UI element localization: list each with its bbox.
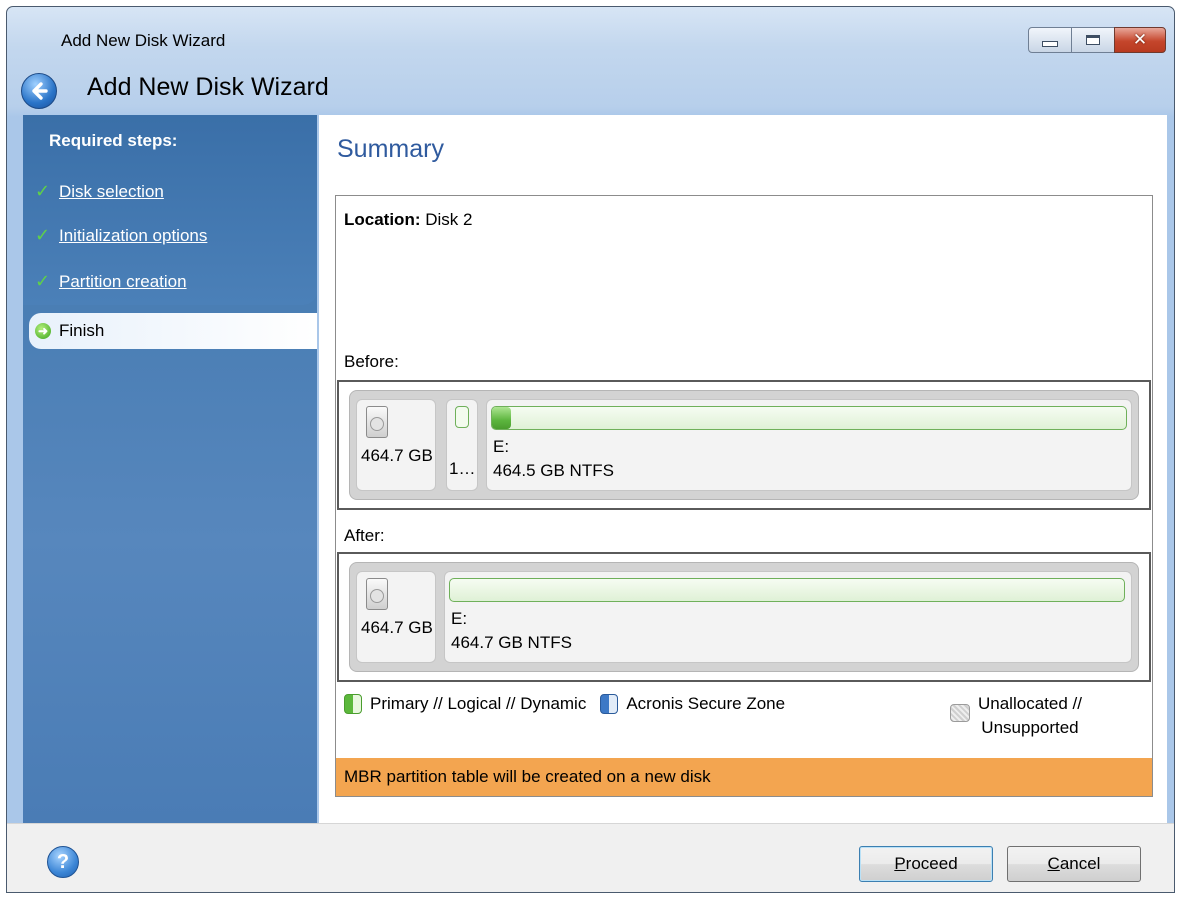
disk-size: 464.7 GB — [361, 618, 433, 637]
partition-e-cell[interactable]: E: 464.5 GB NTFS — [486, 399, 1132, 491]
after-disk-map: 464.7 GB E: 464.7 GB NTFS — [349, 562, 1139, 672]
close-icon: ✕ — [1132, 30, 1148, 50]
cancel-accelerator: C — [1047, 854, 1060, 873]
step-label[interactable]: Partition creation — [59, 272, 187, 292]
page-title: Summary — [337, 135, 444, 163]
button-bar: ? Proceed Cancel — [7, 823, 1174, 892]
hard-disk-icon — [366, 406, 388, 438]
location-line: Location: Disk 2 — [344, 210, 472, 230]
checkmark-icon: ✓ — [35, 271, 51, 292]
checkmark-icon: ✓ — [35, 225, 51, 246]
mbr-notice-banner: MBR partition table will be created on a… — [336, 758, 1152, 796]
notice-text: MBR partition table will be created on a… — [344, 767, 711, 786]
legend-unallocated-label: Unallocated // Unsupported — [978, 692, 1082, 740]
unallocated-icon — [950, 704, 970, 722]
steps-sidebar: Required steps: ✓ Disk selection ✓ Initi… — [23, 115, 317, 823]
step-initialization-options[interactable]: ✓ Initialization options — [35, 225, 207, 246]
partition-e-cell[interactable]: E: 464.7 GB NTFS — [444, 571, 1132, 663]
step-label: Finish — [59, 321, 105, 340]
legend-unallocated-line1: Unallocated // — [978, 694, 1082, 713]
legend-unallocated: Unallocated // Unsupported — [950, 692, 1082, 740]
window-controls: ✕ — [1028, 27, 1166, 53]
summary-panel: Location: Disk 2 Before: 464.7 GB 1… E: … — [335, 195, 1153, 797]
partition-usage-bar — [491, 406, 1127, 430]
after-disk-frame: 464.7 GB E: 464.7 GB NTFS — [337, 552, 1151, 682]
secure-zone-icon — [600, 694, 619, 714]
legend-primary: Primary // Logical // Dynamic — [344, 694, 586, 714]
steps-heading: Required steps: — [49, 131, 178, 150]
step-finish: ➜ Finish — [29, 313, 317, 349]
legend-unallocated-line2: Unsupported — [981, 718, 1079, 737]
partition-letter: E: — [451, 609, 468, 628]
before-disk-frame: 464.7 GB 1… E: 464.5 GB NTFS — [337, 380, 1151, 510]
title-bar: Add New Disk Wizard ✕ Add New Disk Wizar… — [7, 7, 1174, 117]
step-disk-selection[interactable]: ✓ Disk selection — [35, 181, 164, 202]
wizard-heading: Add New Disk Wizard — [87, 73, 329, 101]
small-partition-cell[interactable]: 1… — [446, 399, 478, 491]
cancel-button[interactable]: Cancel — [1007, 846, 1141, 882]
maximize-icon — [1086, 35, 1100, 45]
minimize-icon — [1042, 41, 1058, 47]
partition-usage-bar — [449, 578, 1125, 602]
legend-secure-zone-label: Acronis Secure Zone — [626, 694, 786, 713]
location-label: Location: — [344, 210, 421, 229]
step-label[interactable]: Disk selection — [59, 182, 164, 202]
proceed-accelerator: P — [894, 854, 906, 873]
main-content: Summary Location: Disk 2 Before: 464.7 G… — [319, 115, 1167, 823]
close-button[interactable]: ✕ — [1114, 27, 1166, 53]
maximize-button[interactable] — [1071, 27, 1115, 53]
disk-size: 464.7 GB — [361, 446, 433, 465]
legend: Primary // Logical // Dynamic Acronis Se… — [344, 694, 799, 714]
before-disk-map: 464.7 GB 1… E: 464.5 GB NTFS — [349, 390, 1139, 500]
before-label: Before: — [344, 352, 399, 371]
legend-secure-zone: Acronis Secure Zone — [600, 694, 785, 714]
disk-cell[interactable]: 464.7 GB — [356, 571, 436, 663]
location-value: Disk 2 — [425, 210, 473, 229]
wizard-window: Add New Disk Wizard ✕ Add New Disk Wizar… — [6, 6, 1175, 893]
small-partition-bar — [455, 406, 469, 428]
legend-primary-label: Primary // Logical // Dynamic — [370, 694, 587, 713]
checkmark-icon: ✓ — [35, 181, 51, 202]
completed-steps-panel: Required steps: ✓ Disk selection ✓ Initi… — [23, 115, 317, 305]
proceed-button[interactable]: Proceed — [859, 846, 993, 882]
small-partition-label: 1… — [449, 459, 476, 478]
hard-disk-icon — [366, 578, 388, 610]
partition-usage-fill — [492, 407, 512, 429]
after-label: After: — [344, 526, 385, 545]
partition-info: 464.7 GB NTFS — [451, 633, 572, 652]
partition-info: 464.5 GB NTFS — [493, 461, 614, 480]
cancel-label: ancel — [1059, 854, 1101, 873]
partition-letter: E: — [493, 437, 510, 456]
window-title: Add New Disk Wizard — [61, 31, 226, 50]
disk-cell[interactable]: 464.7 GB — [356, 399, 436, 491]
minimize-button[interactable] — [1028, 27, 1072, 53]
step-partition-creation[interactable]: ✓ Partition creation — [35, 271, 187, 292]
current-step-arrow-icon: ➜ — [35, 323, 51, 339]
step-label[interactable]: Initialization options — [59, 226, 207, 246]
back-button[interactable] — [21, 73, 57, 109]
back-arrow-icon — [32, 82, 48, 100]
help-icon[interactable]: ? — [47, 846, 79, 878]
primary-partition-icon — [344, 694, 362, 714]
proceed-label: roceed — [905, 854, 958, 873]
